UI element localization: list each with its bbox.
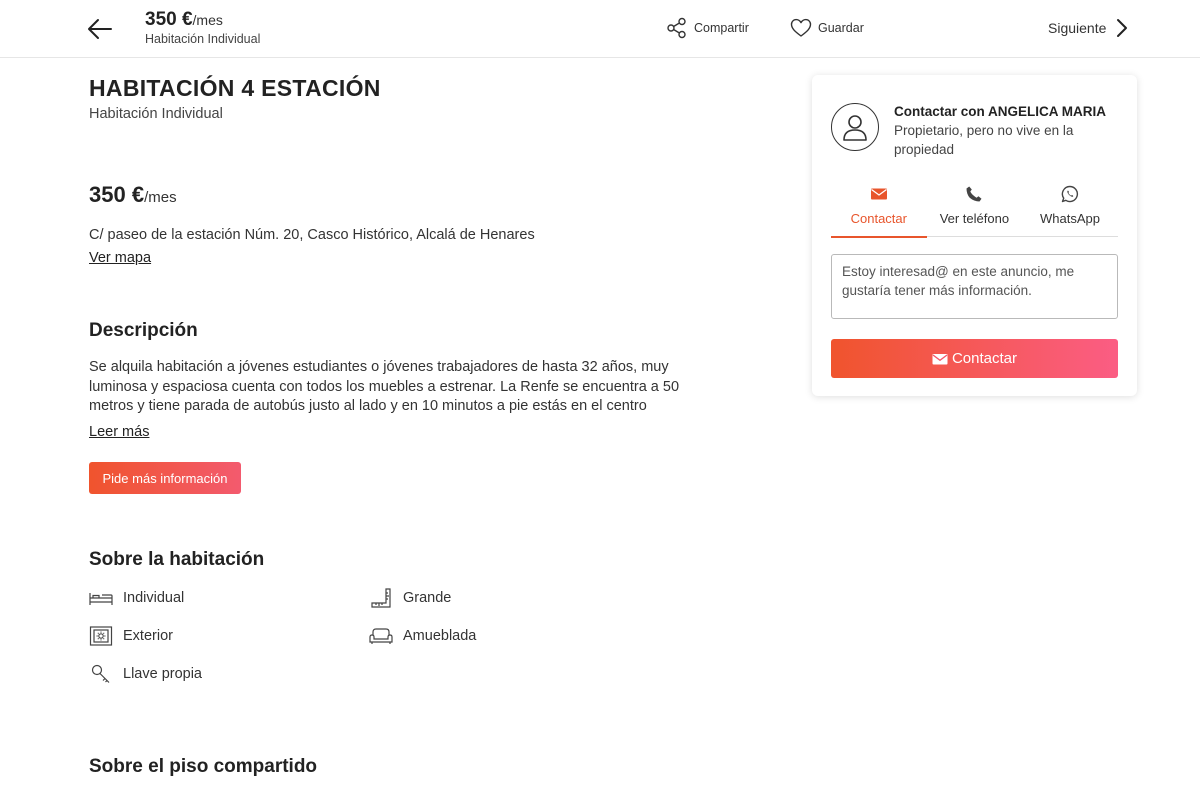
window-icon bbox=[89, 626, 113, 646]
header-subtitle: Habitación Individual bbox=[145, 32, 261, 46]
listing-title: HABITACIÓN 4 ESTACIÓN bbox=[89, 75, 381, 101]
feature-amueblada: Amueblada bbox=[369, 625, 476, 647]
chevron-right-icon bbox=[1117, 19, 1128, 37]
message-textarea[interactable]: Estoy interesad@ en este anuncio, me gus… bbox=[831, 254, 1118, 319]
phone-icon bbox=[966, 186, 982, 202]
feature-label: Grande bbox=[403, 590, 452, 606]
feature-llave-propia: Llave propia bbox=[89, 663, 202, 685]
feature-individual: Individual bbox=[89, 587, 184, 609]
feature-exterior: Exterior bbox=[89, 625, 173, 647]
header-price-value: 350 € bbox=[145, 9, 193, 30]
map-link[interactable]: Ver mapa bbox=[89, 250, 151, 266]
header-price-unit: /mes bbox=[192, 12, 223, 28]
save-button[interactable]: Guardar bbox=[790, 18, 864, 38]
bed-icon bbox=[89, 593, 113, 605]
tab-label: Contactar bbox=[850, 211, 907, 226]
shared-section-title: Sobre el piso compartido bbox=[89, 756, 318, 777]
envelope-icon bbox=[870, 188, 887, 200]
share-label: Compartir bbox=[694, 21, 749, 35]
tab-contactar[interactable]: Contactar bbox=[831, 183, 927, 238]
description-title: Descripción bbox=[89, 320, 198, 341]
contact-card: Contactar con ANGELICA MARIA Propietario… bbox=[812, 75, 1137, 396]
feature-label: Individual bbox=[123, 590, 185, 606]
avatar bbox=[831, 103, 879, 151]
share-button[interactable]: Compartir bbox=[666, 17, 749, 39]
next-label: Siguiente bbox=[1048, 20, 1107, 36]
listing-price-value: 350 € bbox=[89, 182, 145, 207]
save-label: Guardar bbox=[818, 21, 864, 35]
envelope-icon bbox=[932, 353, 948, 364]
listing-price: 350 €/mes bbox=[89, 182, 177, 208]
tab-ver-telefono[interactable]: Ver teléfono bbox=[927, 183, 1023, 237]
next-button[interactable]: Siguiente bbox=[1048, 18, 1128, 38]
user-icon bbox=[843, 115, 867, 141]
whatsapp-icon bbox=[1061, 185, 1078, 203]
listing-price-unit: /mes bbox=[144, 189, 177, 206]
tab-label: WhatsApp bbox=[1039, 211, 1100, 226]
heart-icon bbox=[790, 18, 812, 37]
contact-button[interactable]: Contactar bbox=[831, 339, 1118, 378]
header-price: 350 €/mes bbox=[145, 9, 223, 31]
feature-grande: Grande bbox=[369, 587, 451, 609]
description-text: Se alquila habitación a jóvenes estudian… bbox=[89, 359, 680, 414]
feature-label: Llave propia bbox=[123, 666, 202, 682]
share-icon bbox=[667, 17, 686, 39]
read-more-link[interactable]: Leer más bbox=[89, 424, 149, 440]
tab-label: Ver teléfono bbox=[939, 211, 1010, 226]
request-info-button[interactable]: Pide más información bbox=[89, 462, 241, 494]
tab-whatsapp[interactable]: WhatsApp bbox=[1022, 183, 1118, 237]
feature-label: Exterior bbox=[123, 628, 173, 644]
arrow-left-icon bbox=[88, 19, 112, 39]
owner-name: Contactar con ANGELICA MARIA bbox=[894, 104, 1107, 119]
sofa-icon bbox=[369, 628, 393, 644]
top-bar: 350 €/mes Habitación Individual Comparti… bbox=[0, 0, 1200, 58]
listing-address: C/ paseo de la estación Núm. 20, Casco H… bbox=[89, 227, 535, 243]
feature-label: Amueblada bbox=[403, 628, 477, 644]
ruler-icon bbox=[371, 588, 391, 608]
back-button[interactable] bbox=[86, 15, 114, 43]
owner-role: Propietario, pero no vive en la propieda… bbox=[894, 123, 1074, 157]
key-icon bbox=[91, 664, 110, 683]
room-section-title: Sobre la habitación bbox=[89, 549, 265, 570]
contact-button-label: Contactar bbox=[951, 350, 1018, 367]
contact-tabs: Contactar Ver teléfono WhatsApp bbox=[831, 183, 1118, 238]
listing-subtitle: Habitación Individual bbox=[89, 106, 223, 122]
